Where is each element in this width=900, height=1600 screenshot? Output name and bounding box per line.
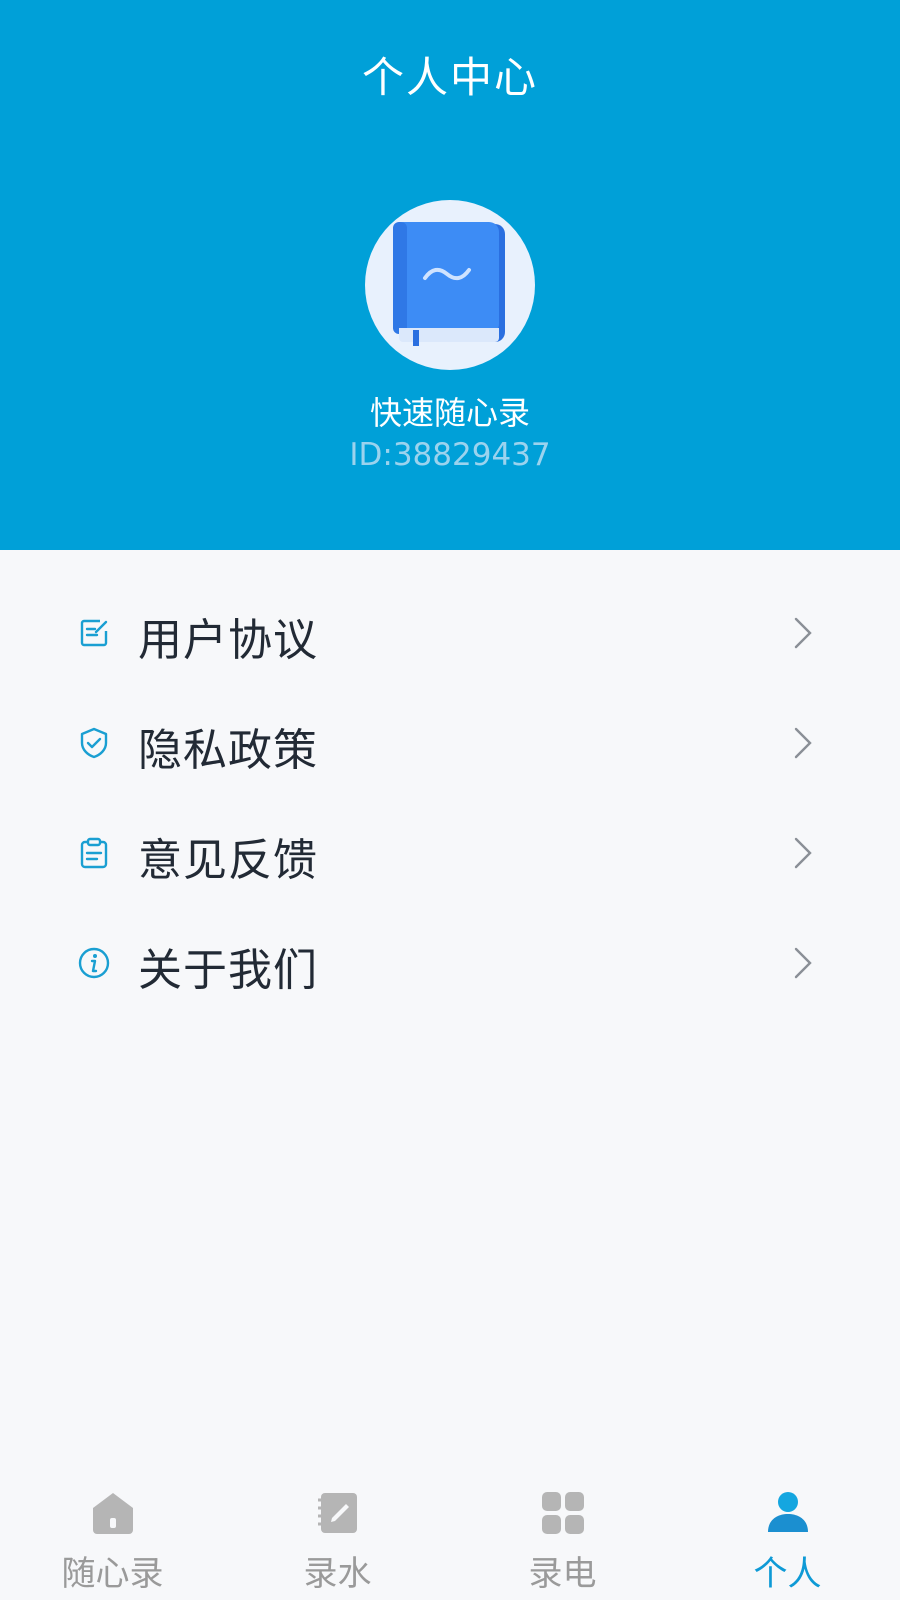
user-id: ID:38829437 <box>349 437 551 473</box>
chevron-right-icon <box>794 947 812 979</box>
person-icon <box>768 1492 808 1532</box>
chevron-right-icon <box>794 727 812 759</box>
tab-home[interactable]: 随心录 <box>0 1472 225 1600</box>
menu-item-label: 意见反馈 <box>138 835 318 886</box>
profile-header: 个人中心 快速随心录 ID:38829437 <box>0 0 900 550</box>
avatar[interactable] <box>365 200 535 370</box>
tab-personal[interactable]: 个人 <box>675 1472 900 1600</box>
menu-item-label: 关于我们 <box>138 945 318 996</box>
tab-electric[interactable]: 录电 <box>450 1472 675 1600</box>
app-name: 快速随心录 <box>369 394 530 432</box>
menu-item-feedback[interactable]: 意见反馈 <box>0 797 900 907</box>
notebook-pen-icon <box>318 1493 357 1533</box>
grid-icon <box>542 1492 584 1534</box>
tab-label: 录电 <box>528 1554 597 1594</box>
chevron-right-icon <box>794 837 812 869</box>
document-edit-icon <box>80 619 108 647</box>
settings-menu: 用户协议 隐私政策 意见反馈 关于我们 <box>0 550 900 1017</box>
shield-check-icon <box>80 727 108 759</box>
tab-label: 录水 <box>303 1554 372 1594</box>
bottom-tab-bar: 随心录 录水 录电 个人 <box>0 1472 900 1600</box>
menu-item-label: 用户协议 <box>138 615 318 666</box>
menu-item-about-us[interactable]: 关于我们 <box>0 907 900 1017</box>
personal-center-page: 个人中心 快速随心录 ID:38829437 用户协议 隐私政策 意见反馈 关于… <box>0 0 900 1600</box>
menu-item-user-agreement[interactable]: 用户协议 <box>0 577 900 687</box>
info-icon <box>78 947 110 979</box>
book-icon <box>393 222 505 346</box>
tab-water[interactable]: 录水 <box>225 1472 450 1600</box>
tab-label: 随心录 <box>61 1554 164 1594</box>
tab-label: 个人 <box>753 1554 822 1594</box>
menu-item-privacy-policy[interactable]: 隐私政策 <box>0 687 900 797</box>
menu-item-label: 隐私政策 <box>138 725 318 776</box>
chevron-right-icon <box>794 617 812 649</box>
page-title: 个人中心 <box>361 53 538 102</box>
clipboard-icon <box>80 837 108 869</box>
home-icon <box>93 1493 133 1534</box>
